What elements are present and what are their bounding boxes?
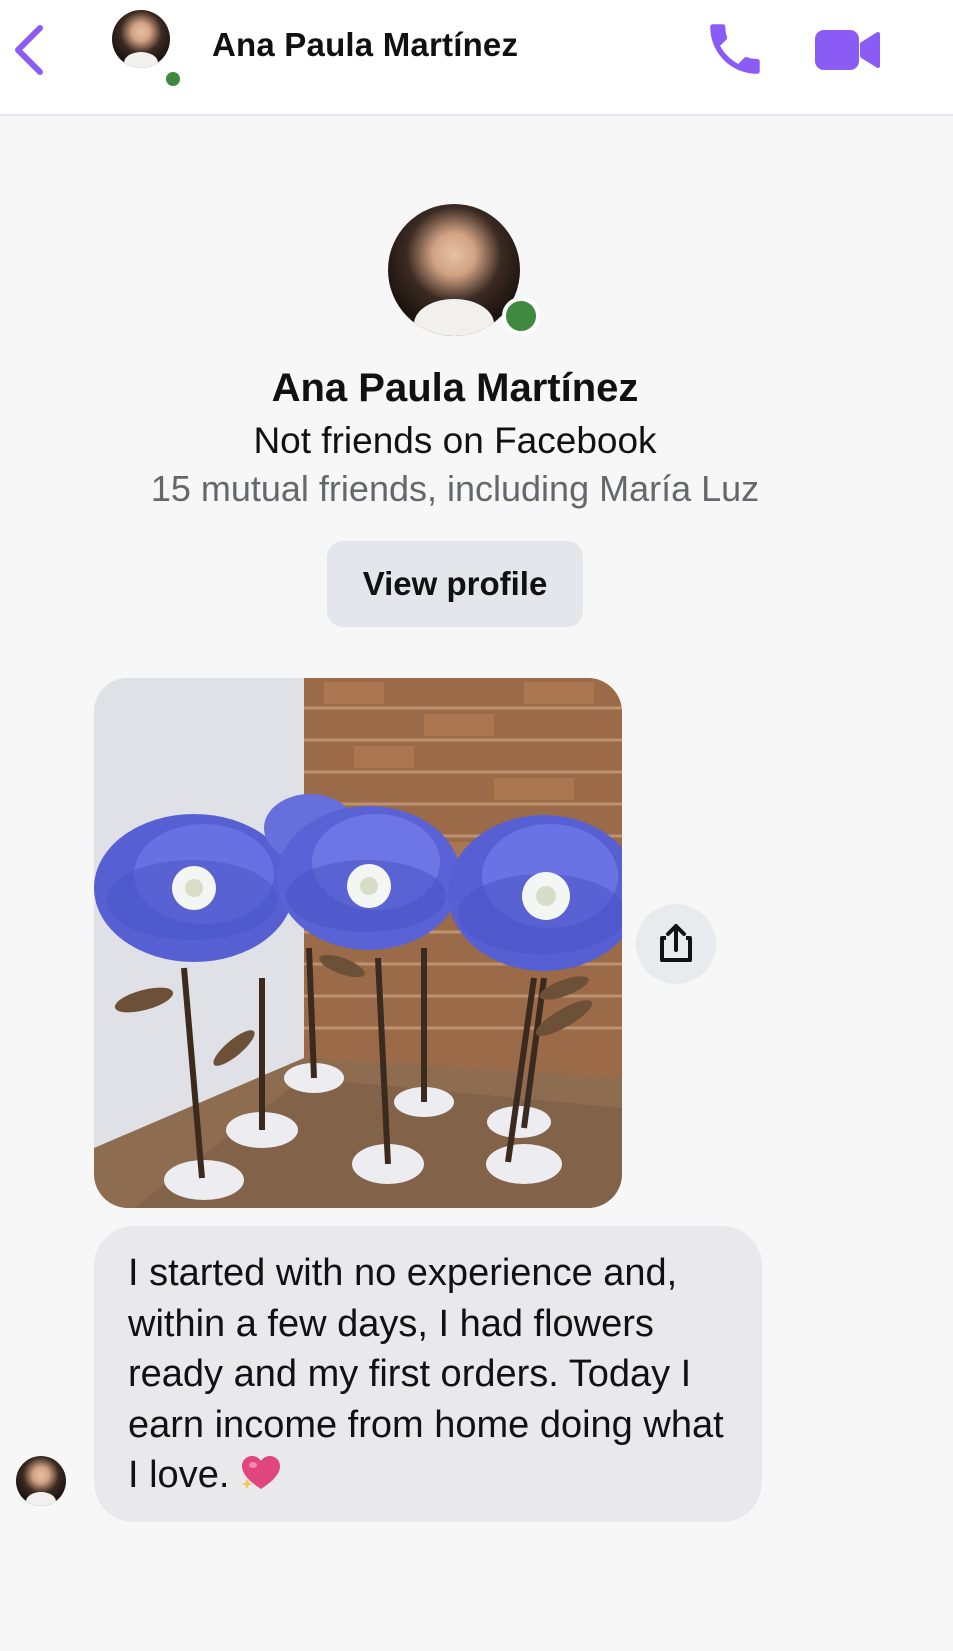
sparkling-heart-icon bbox=[241, 1456, 281, 1489]
mutual-friends-text: 15 mutual friends, including María Luz bbox=[150, 468, 760, 509]
avatar bbox=[112, 10, 170, 68]
share-button[interactable] bbox=[636, 904, 716, 984]
share-upload-icon bbox=[660, 924, 692, 962]
profile-name: Ana Paula Martínez bbox=[271, 366, 639, 410]
phone-icon bbox=[710, 24, 760, 74]
view-profile-button[interactable]: View profile bbox=[327, 541, 583, 627]
profile-online-indicator bbox=[502, 297, 540, 335]
relationship-status: Not friends on Facebook bbox=[253, 420, 657, 461]
contact-name[interactable]: Ana Paula Martínez bbox=[212, 26, 518, 64]
sender-avatar[interactable] bbox=[16, 1456, 66, 1506]
online-status-indicator bbox=[164, 70, 182, 88]
voice-call-button[interactable] bbox=[702, 16, 768, 82]
header-avatar-container[interactable] bbox=[112, 10, 174, 72]
photo-attachment[interactable] bbox=[94, 678, 622, 1208]
message-text: I started with no experience and, within… bbox=[128, 1252, 724, 1496]
chat-header: Ana Paula Martínez bbox=[0, 0, 953, 116]
video-camera-icon bbox=[815, 30, 880, 70]
chevron-left-icon bbox=[15, 25, 43, 75]
back-button[interactable] bbox=[10, 18, 50, 82]
video-call-button[interactable] bbox=[812, 20, 882, 80]
message-bubble[interactable]: I started with no experience and, within… bbox=[94, 1226, 762, 1522]
chat-screen: Ana Paula Martínez Ana Paula Martínez No… bbox=[0, 0, 953, 1651]
profile-avatar bbox=[388, 204, 520, 336]
paper-flowers-photo bbox=[94, 678, 622, 1208]
